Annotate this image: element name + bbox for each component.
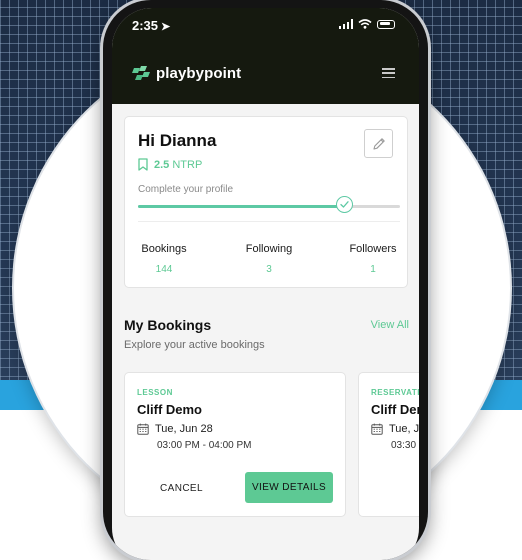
booking-type: LESSON bbox=[137, 388, 173, 397]
view-all-link[interactable]: View All bbox=[371, 319, 409, 331]
playbypoint-logo-icon bbox=[132, 65, 150, 80]
check-icon bbox=[340, 201, 350, 208]
booking-date: Tue, Jun 28 bbox=[137, 423, 213, 435]
calendar-icon bbox=[137, 423, 149, 435]
profile-progress-fill bbox=[138, 205, 345, 208]
greeting: Hi Dianna bbox=[138, 131, 217, 150]
stat-followers[interactable]: Followers 1 bbox=[345, 243, 401, 275]
complete-profile-label: Complete your profile bbox=[138, 184, 234, 195]
booking-card[interactable]: RESERVATION Cliff Demo Tue, Jun 28 03:30… bbox=[358, 372, 419, 517]
booking-title: Cliff Demo bbox=[371, 402, 419, 417]
ntrp-rating: 2.5 NTRP bbox=[138, 158, 202, 171]
booking-time: 03:30 PM bbox=[391, 440, 419, 451]
booking-date-text: Tue, Jun 28 bbox=[389, 423, 419, 435]
calendar-icon bbox=[371, 423, 383, 435]
my-bookings-subtitle: Explore your active bookings bbox=[124, 339, 265, 351]
battery-icon bbox=[377, 19, 395, 29]
status-time-text: 2:35 bbox=[132, 18, 159, 33]
my-bookings-title: My Bookings bbox=[124, 317, 212, 333]
profile-progress-bar bbox=[138, 196, 400, 213]
status-icons bbox=[338, 19, 395, 29]
booking-time: 03:00 PM - 04:00 PM bbox=[157, 440, 252, 451]
signal-icon bbox=[338, 19, 353, 29]
profile-card: Hi Dianna 2.5 NTRP Complete your profile bbox=[124, 116, 408, 288]
booking-type: RESERVATION bbox=[371, 388, 419, 397]
brand[interactable]: playbypoint bbox=[132, 65, 241, 82]
stat-label: Following bbox=[245, 243, 293, 255]
wifi-icon bbox=[358, 19, 372, 29]
card-divider bbox=[138, 221, 400, 222]
ntrp-label: NTRP bbox=[172, 158, 203, 171]
stat-value: 3 bbox=[266, 264, 272, 275]
stat-following[interactable]: Following 3 bbox=[240, 243, 298, 275]
view-details-button[interactable]: VIEW DETAILS bbox=[245, 472, 333, 503]
phone-screen: 2:35 ➤ playbypoint Hi Dianna 2.5 NTRP Co… bbox=[112, 8, 419, 560]
app-header: 2:35 ➤ playbypoint bbox=[112, 8, 419, 104]
bookmark-icon bbox=[138, 158, 148, 171]
booking-card[interactable]: LESSON Cliff Demo Tue, Jun 28 03:00 PM -… bbox=[124, 372, 346, 517]
hamburger-menu-icon[interactable] bbox=[382, 68, 395, 78]
ntrp-value: 2.5 bbox=[154, 158, 170, 171]
phone-frame: 2:35 ➤ playbypoint Hi Dianna 2.5 NTRP Co… bbox=[103, 0, 428, 560]
pencil-icon bbox=[372, 137, 385, 150]
booking-title: Cliff Demo bbox=[137, 402, 202, 417]
stat-value: 1 bbox=[370, 264, 376, 275]
stat-label: Bookings bbox=[141, 243, 187, 255]
status-time: 2:35 ➤ bbox=[132, 18, 170, 33]
progress-check-knob bbox=[336, 196, 354, 213]
edit-profile-button[interactable] bbox=[364, 129, 393, 158]
stat-bookings[interactable]: Bookings 144 bbox=[138, 243, 190, 275]
brand-name: playbypoint bbox=[156, 65, 242, 82]
location-arrow-icon: ➤ bbox=[161, 21, 171, 33]
cancel-button[interactable]: CANCEL bbox=[160, 483, 203, 494]
booking-date-text: Tue, Jun 28 bbox=[155, 423, 213, 435]
stat-label: Followers bbox=[349, 243, 397, 255]
stat-value: 144 bbox=[155, 264, 173, 275]
ntrp-text: 2.5 NTRP bbox=[154, 159, 202, 171]
booking-date: Tue, Jun 28 bbox=[371, 423, 419, 435]
